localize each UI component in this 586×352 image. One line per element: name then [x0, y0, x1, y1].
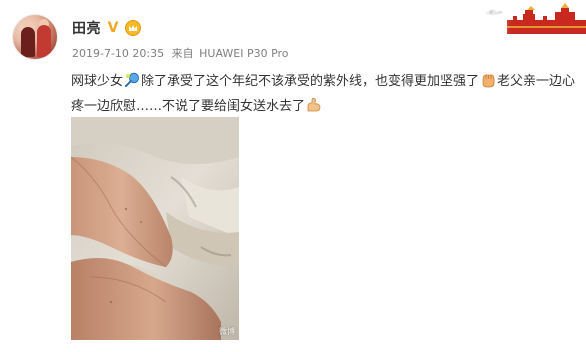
post-photo[interactable]: 微博	[71, 117, 239, 340]
tennis-racket-emoji-icon	[125, 72, 140, 87]
source-device[interactable]: HUAWEI P30 Pro	[199, 47, 288, 60]
weibo-post-card: 田亮 V 2019-7-10 20:35 来自 HUAWEI P30 Pro 网…	[0, 0, 586, 352]
source-prefix: 来自	[171, 47, 194, 60]
avatar-figure	[21, 27, 35, 57]
member-crown-icon[interactable]	[125, 20, 141, 36]
photo-content	[71, 117, 239, 340]
post-timestamp[interactable]: 2019-7-10 20:35	[72, 47, 164, 60]
avatar-figure	[37, 25, 51, 57]
raised-fist-emoji-icon	[482, 74, 495, 88]
photo-watermark: 微博	[219, 327, 235, 336]
great-wall-badge-icon	[471, 0, 586, 34]
flexed-biceps-emoji-icon	[307, 98, 321, 112]
post-text-segment: 除了承受了这个年纪不该承受的紫外线，也变得更加坚强了	[141, 74, 480, 89]
post-meta: 2019-7-10 20:35 来自 HUAWEI P30 Pro	[72, 45, 293, 61]
avatar[interactable]	[12, 14, 58, 60]
verified-v-icon: V	[107, 20, 119, 36]
post-text: 网球少女 除了承受了这个年纪不该承受的紫外线，也变得更加坚强了 老父亲一边心疼一…	[71, 69, 579, 119]
user-row: 田亮 V	[72, 18, 141, 38]
post-text-segment: 网球少女	[71, 74, 124, 89]
username[interactable]: 田亮	[72, 18, 101, 38]
